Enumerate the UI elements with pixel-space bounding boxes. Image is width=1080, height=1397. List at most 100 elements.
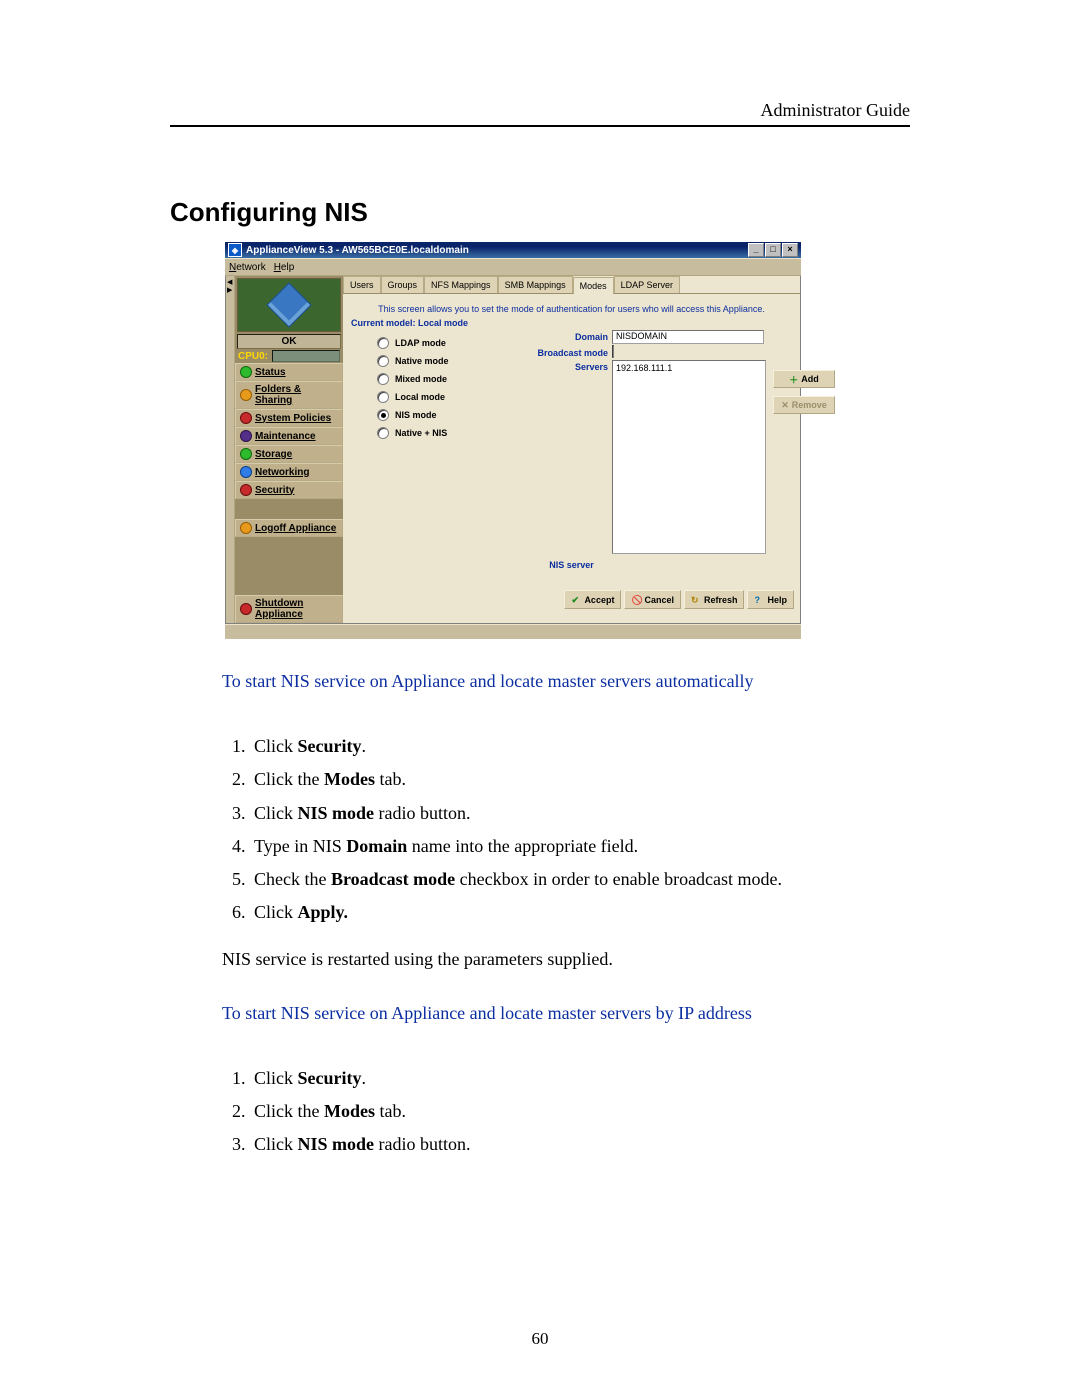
server-entry[interactable]: 192.168.111.1 <box>613 361 765 375</box>
radio-icon <box>377 391 389 403</box>
cpu-label: CPU0: <box>238 351 268 362</box>
servers-label: Servers <box>513 360 612 372</box>
minimize-button[interactable]: _ <box>748 243 764 257</box>
step: Click Apply. <box>250 900 910 925</box>
shutdown-icon <box>240 603 252 615</box>
step: Type in NIS Domain name into the appropr… <box>250 834 910 859</box>
menubar: Network Help <box>225 258 801 276</box>
tab-nfs-mappings[interactable]: NFS Mappings <box>424 276 498 293</box>
header-right: Administrator Guide <box>170 100 910 127</box>
step: Click Security. <box>250 1066 910 1091</box>
cancel-button[interactable]: 🚫 Cancel <box>624 590 681 609</box>
tab-groups[interactable]: Groups <box>381 276 425 293</box>
radio-local-mode[interactable]: Local mode <box>377 388 513 406</box>
tab-description: This screen allows you to set the mode o… <box>343 294 800 316</box>
tab-smb-mappings[interactable]: SMB Mappings <box>498 276 573 293</box>
cpu-bar <box>272 350 340 362</box>
cpu-meter: CPU0: <box>235 349 343 363</box>
add-button[interactable]: ＋ Add <box>773 370 835 388</box>
logo-icon <box>266 282 311 327</box>
maintenance-icon <box>240 430 252 442</box>
status-icon <box>240 366 252 378</box>
action-buttons: ✔ Accept 🚫 Cancel ↻ Refresh ? Help <box>343 590 800 615</box>
procedure-heading-1: To start NIS service on Appliance and lo… <box>222 669 910 694</box>
menu-network[interactable]: Network <box>229 262 266 273</box>
accept-icon: ✔ <box>571 595 581 605</box>
plus-icon: ＋ <box>789 373 798 386</box>
procedure-heading-2: To start NIS service on Appliance and lo… <box>222 1001 910 1026</box>
radio-native-mode[interactable]: Native mode <box>377 352 513 370</box>
security-icon <box>240 484 252 496</box>
step: Click Security. <box>250 734 910 759</box>
step: Click NIS mode radio button. <box>250 801 910 826</box>
radio-nis-mode[interactable]: NIS mode <box>377 406 513 424</box>
radio-icon <box>377 427 389 439</box>
sidebar: OK CPU0: Status Folders & Sharing Sy <box>235 276 343 623</box>
radio-native-nis-mode[interactable]: Native + NIS <box>377 424 513 442</box>
cpu-status-text: OK <box>237 334 341 349</box>
tab-users[interactable]: Users <box>343 276 381 293</box>
help-button[interactable]: ? Help <box>747 590 794 609</box>
maximize-button[interactable]: □ <box>765 243 781 257</box>
sidebar-item-security[interactable]: Security <box>235 481 343 499</box>
statusbar <box>225 624 801 639</box>
refresh-button[interactable]: ↻ Refresh <box>684 590 745 609</box>
tabbar: Users Groups NFS Mappings SMB Mappings M… <box>343 276 800 294</box>
mode-radios: LDAP mode Native mode Mixed mode Lo <box>349 330 513 556</box>
broadcast-checkbox[interactable] <box>612 345 614 358</box>
steps-list-1: Click Security. Click the Modes tab. Cli… <box>250 734 910 925</box>
networking-icon <box>240 466 252 478</box>
sidebar-item-shutdown[interactable]: Shutdown Appliance <box>235 595 343 623</box>
x-icon: ✕ <box>781 400 789 411</box>
logoff-icon <box>240 522 252 534</box>
help-icon: ? <box>754 595 764 605</box>
app-icon: ◈ <box>228 243 242 257</box>
sidebar-item-logoff[interactable]: Logoff Appliance <box>235 519 343 537</box>
titlebar[interactable]: ◈ ApplianceView 5.3 - AW565BCE0E.localdo… <box>225 242 801 258</box>
tab-modes[interactable]: Modes <box>573 277 614 294</box>
sidebar-item-storage[interactable]: Storage <box>235 445 343 463</box>
radio-ldap-mode[interactable]: LDAP mode <box>377 334 513 352</box>
edge-handle[interactable]: ◀ ▶ <box>226 276 235 623</box>
sidebar-item-networking[interactable]: Networking <box>235 463 343 481</box>
remove-button[interactable]: ✕ Remove <box>773 396 835 414</box>
step: Click the Modes tab. <box>250 767 910 792</box>
policies-icon <box>240 412 252 424</box>
sidebar-item-system-policies[interactable]: System Policies <box>235 409 343 427</box>
steps-list-2: Click Security. Click the Modes tab. Cli… <box>250 1066 910 1158</box>
main-panel: Users Groups NFS Mappings SMB Mappings M… <box>343 276 800 623</box>
step: Click the Modes tab. <box>250 1099 910 1124</box>
tab-ldap-server[interactable]: LDAP Server <box>614 276 680 293</box>
app-window: ◈ ApplianceView 5.3 - AW565BCE0E.localdo… <box>225 242 801 639</box>
sidebar-item-maintenance[interactable]: Maintenance <box>235 427 343 445</box>
step: Click NIS mode radio button. <box>250 1132 910 1157</box>
step: Check the Broadcast mode checkbox in ord… <box>250 867 910 892</box>
domain-input[interactable]: NISDOMAIN <box>612 330 764 344</box>
radio-icon <box>377 355 389 367</box>
logo <box>237 278 341 332</box>
page-title: Configuring NIS <box>170 197 910 228</box>
folders-icon <box>240 389 252 401</box>
accept-button[interactable]: ✔ Accept <box>564 590 621 609</box>
nis-server-label: NIS server <box>343 556 800 590</box>
window-title: ApplianceView 5.3 - AW565BCE0E.localdoma… <box>246 245 469 256</box>
servers-list[interactable]: 192.168.111.1 <box>612 360 766 554</box>
broadcast-label: Broadcast mode <box>513 346 612 358</box>
page-number: 60 <box>0 1329 1080 1349</box>
collapse-left-icon: ◀ <box>227 278 232 286</box>
domain-label: Domain <box>513 330 612 342</box>
current-model-label: Current model: Local mode <box>343 316 800 330</box>
sidebar-item-folders[interactable]: Folders & Sharing <box>235 381 343 409</box>
menu-help[interactable]: Help <box>274 262 295 273</box>
radio-icon <box>377 373 389 385</box>
radio-icon <box>377 337 389 349</box>
expand-right-icon: ▶ <box>227 286 232 294</box>
radio-icon <box>377 409 389 421</box>
cancel-icon: 🚫 <box>631 595 641 605</box>
storage-icon <box>240 448 252 460</box>
sidebar-item-status[interactable]: Status <box>235 363 343 381</box>
refresh-icon: ↻ <box>691 595 701 605</box>
radio-mixed-mode[interactable]: Mixed mode <box>377 370 513 388</box>
step-result: NIS service is restarted using the param… <box>222 947 910 972</box>
close-button[interactable]: × <box>782 243 798 257</box>
